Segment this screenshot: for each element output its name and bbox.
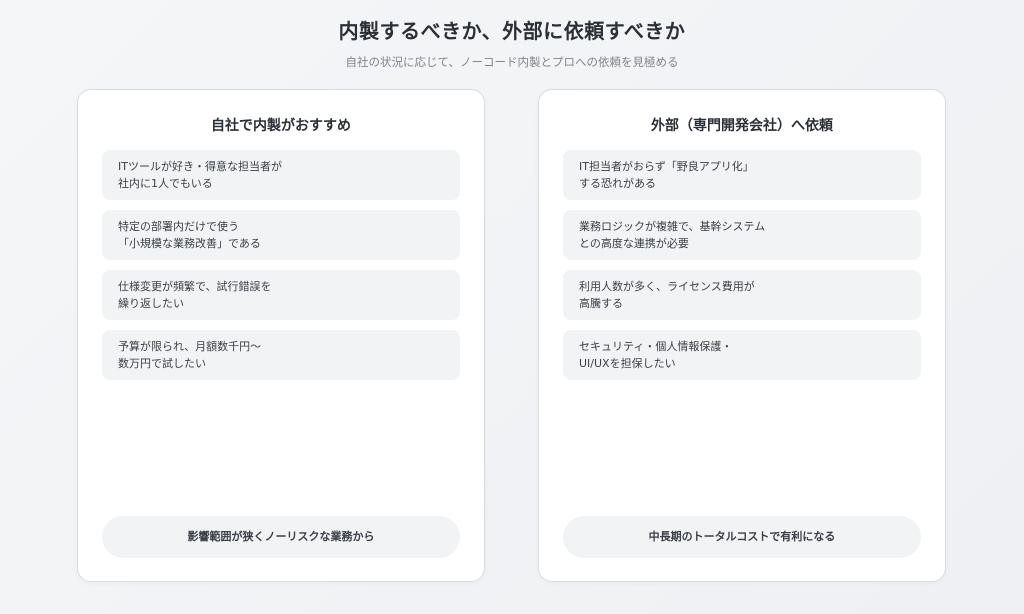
list-item-text: する恐れがある [579,176,656,190]
outsource-criteria-list: IT担当者がおらず「野良アプリ化」 する恐れがある 業務ロジックが複雑で、基幹シ… [563,150,921,390]
list-item-text: 繰り返したい [118,296,184,310]
list-item: ITツールが好き・得意な担当者が 社内に1人でもいる [102,150,460,200]
list-item: セキュリティ・個人情報保護・ UI/UXを担保したい [563,330,921,380]
list-item: 利用人数が多く、ライセンス費用が 高騰する [563,270,921,320]
outsource-summary-pill: 中長期のトータルコストで有利になる [563,516,921,558]
page-header: 内製するべきか、外部に依頼すべきか 自社の状況に応じて、ノーコード内製とプロへの… [0,18,1024,70]
list-item-text: IT担当者がおらず「野良アプリ化」 [579,160,754,173]
list-item: IT担当者がおらず「野良アプリ化」 する恐れがある [563,150,921,200]
list-item-text: 予算が限られ、月額数千円〜 [118,340,262,353]
list-item-text: ITツールが好き・得意な担当者が [118,160,282,173]
list-item: 業務ロジックが複雑で、基幹システム との高度な連携が必要 [563,210,921,260]
in-house-card-title: 自社で内製がおすすめ [211,118,351,134]
list-item-text: との高度な連携が必要 [579,236,689,250]
list-item: 仕様変更が頻繁で、試行錯誤を 繰り返したい [102,270,460,320]
list-item-text: 特定の部署内だけで使う [118,220,239,233]
list-item-text: 社内に1人でもいる [118,176,213,190]
page-subtitle: 自社の状況に応じて、ノーコード内製とプロへの依頼を見極める [345,55,679,69]
list-item-text: 高騰する [579,296,623,310]
list-item: 特定の部署内だけで使う 「小規模な業務改善」である [102,210,460,260]
outsource-card-title: 外部（専門開発会社）へ依頼 [651,118,833,134]
list-item-text: UI/UXを担保したい [579,356,676,370]
list-item-text: 仕様変更が頻繁で、試行錯誤を [118,280,272,293]
list-item-text: 「小規模な業務改善」である [118,236,261,250]
list-item: 予算が限られ、月額数千円〜 数万円で試したい [102,330,460,380]
in-house-card: 自社で内製がおすすめ ITツールが好き・得意な担当者が 社内に1人でもいる 特定… [77,89,485,582]
in-house-summary-pill: 影響範囲が狭くノーリスクな業務から [102,516,460,558]
page-title: 内製するべきか、外部に依頼すべきか [338,19,686,43]
list-item-text: 利用人数が多く、ライセンス費用が [579,280,755,293]
list-item-text: 数万円で試したい [118,356,206,370]
in-house-criteria-list: ITツールが好き・得意な担当者が 社内に1人でもいる 特定の部署内だけで使う 「… [102,150,460,390]
list-item-text: セキュリティ・個人情報保護・ [579,340,733,353]
outsource-card: 外部（専門開発会社）へ依頼 IT担当者がおらず「野良アプリ化」 する恐れがある … [538,89,946,582]
list-item-text: 業務ロジックが複雑で、基幹システム [579,220,766,233]
